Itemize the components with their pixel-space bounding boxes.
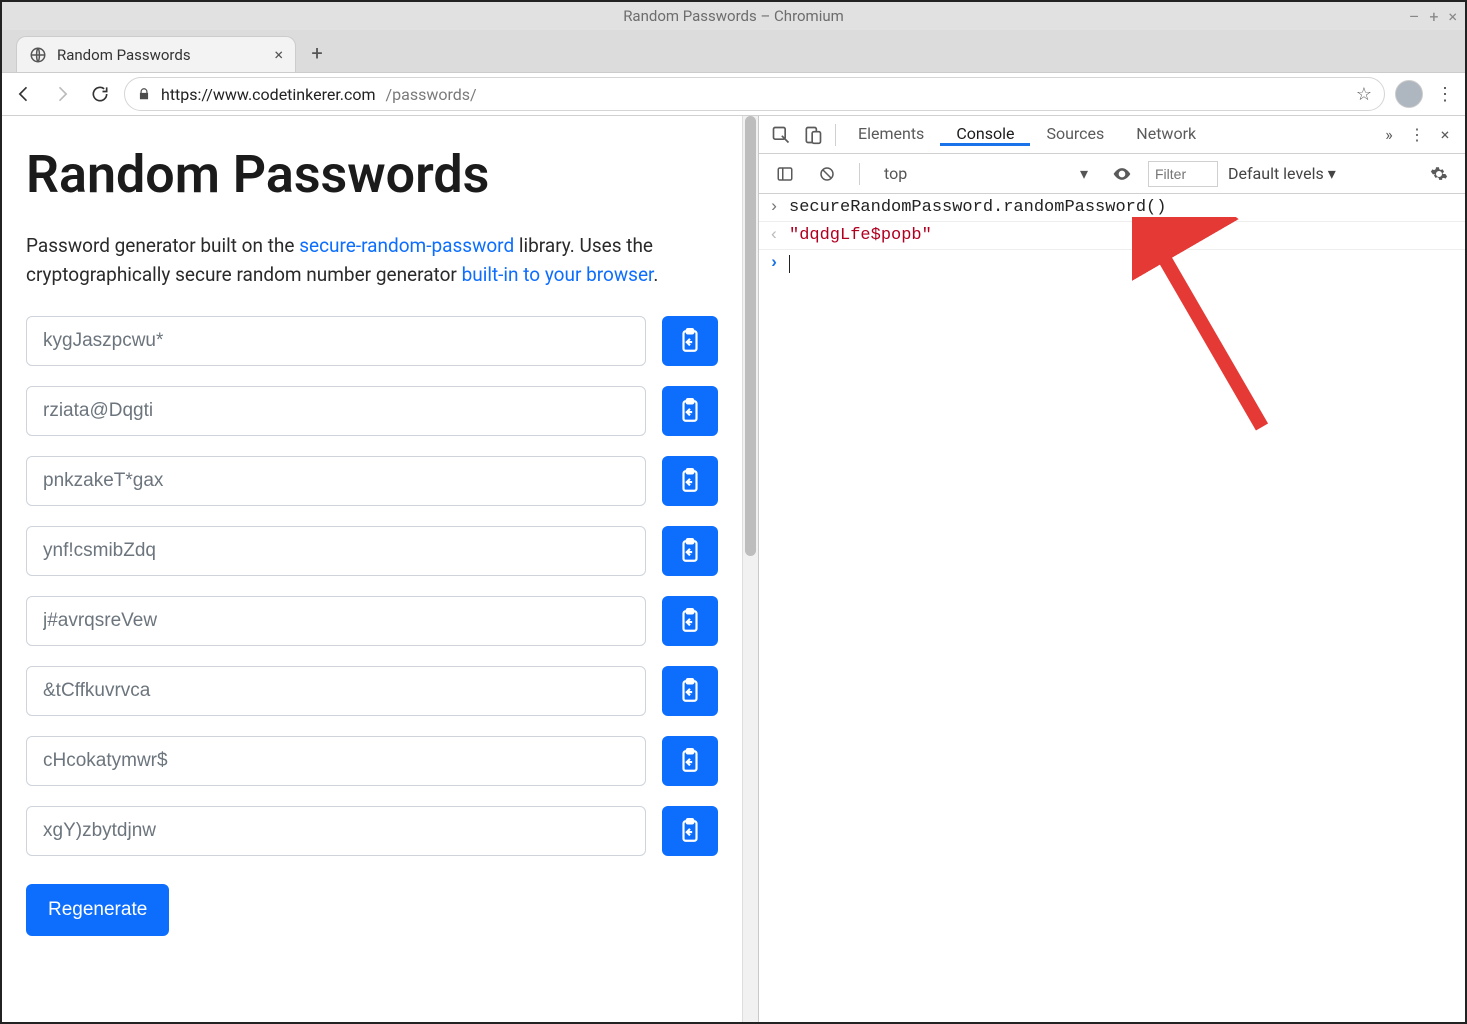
devtools-menu-icon[interactable]: ⋮ xyxy=(1403,119,1431,151)
console-levels-select[interactable]: Default levels ▾ xyxy=(1228,164,1336,183)
chevron-down-icon: ▾ xyxy=(1328,164,1336,183)
password-row xyxy=(26,806,718,856)
console-output-chevron-icon: ‹ xyxy=(767,226,781,245)
scrollbar-thumb[interactable] xyxy=(745,116,756,556)
console-line-output: ‹ "dqdgLfe$popb" xyxy=(759,222,1465,250)
console-sidebar-toggle-icon[interactable] xyxy=(769,158,801,190)
tabstrip: Random Passwords × + xyxy=(2,30,1465,72)
password-input[interactable] xyxy=(26,316,646,366)
nav-reload-button[interactable] xyxy=(86,80,114,108)
clipboard-paste-icon xyxy=(677,748,703,774)
omnibox[interactable]: https://www.codetinkerer.com/passwords/ … xyxy=(124,77,1385,111)
password-row xyxy=(26,666,718,716)
console-context-label: top xyxy=(884,164,907,183)
intro-text: . xyxy=(653,263,658,286)
console-filter-input[interactable] xyxy=(1148,161,1218,187)
console-context-select[interactable]: top ▾ xyxy=(876,160,1096,188)
copy-password-button[interactable] xyxy=(662,316,718,366)
copy-password-button[interactable] xyxy=(662,456,718,506)
page-scrollbar[interactable] xyxy=(742,116,758,1022)
window-maximize-icon[interactable]: + xyxy=(1429,7,1438,26)
copy-password-button[interactable] xyxy=(662,386,718,436)
password-row xyxy=(26,596,718,646)
new-tab-button[interactable]: + xyxy=(302,38,332,68)
clipboard-paste-icon xyxy=(677,468,703,494)
console-result-text: "dqdgLfe$popb" xyxy=(789,226,932,245)
password-input[interactable] xyxy=(26,456,646,506)
password-row xyxy=(26,736,718,786)
globe-icon xyxy=(29,46,47,64)
live-expression-icon[interactable] xyxy=(1106,158,1138,190)
tab-title: Random Passwords xyxy=(57,46,264,64)
intro-text: Password generator built on the xyxy=(26,234,299,257)
devtools-tab-console[interactable]: Console xyxy=(940,124,1030,146)
url-path: /passwords/ xyxy=(386,85,477,104)
regenerate-button[interactable]: Regenerate xyxy=(26,884,169,936)
console-cursor xyxy=(789,255,790,273)
window-title: Random Passwords – Chromium xyxy=(623,7,844,25)
password-input[interactable] xyxy=(26,736,646,786)
window-titlebar: Random Passwords – Chromium – + × xyxy=(2,2,1465,30)
console-input-chevron-icon: › xyxy=(767,198,781,217)
copy-password-button[interactable] xyxy=(662,526,718,576)
password-row xyxy=(26,526,718,576)
devtools-tab-elements[interactable]: Elements xyxy=(842,124,940,143)
console-prompt-chevron-icon: › xyxy=(767,254,781,273)
address-bar: https://www.codetinkerer.com/passwords/ … xyxy=(2,72,1465,116)
browser-tab[interactable]: Random Passwords × xyxy=(16,36,296,72)
link-built-in-browser[interactable]: built-in to your browser xyxy=(462,263,654,286)
copy-password-button[interactable] xyxy=(662,736,718,786)
password-input[interactable] xyxy=(26,386,646,436)
password-input[interactable] xyxy=(26,526,646,576)
window-close-icon[interactable]: × xyxy=(1448,7,1457,26)
page-viewport: Random Passwords Password generator buil… xyxy=(2,116,758,1022)
clipboard-paste-icon xyxy=(677,608,703,634)
devtools-tab-network[interactable]: Network xyxy=(1120,124,1212,143)
password-input[interactable] xyxy=(26,806,646,856)
copy-password-button[interactable] xyxy=(662,666,718,716)
page-title: Random Passwords xyxy=(26,144,718,205)
password-input[interactable] xyxy=(26,666,646,716)
console-settings-icon[interactable] xyxy=(1423,158,1455,190)
page-intro: Password generator built on the secure-r… xyxy=(26,231,718,290)
devtools-tab-sources[interactable]: Sources xyxy=(1030,124,1120,143)
devtools-close-icon[interactable]: × xyxy=(1431,119,1459,151)
console-code-text: secureRandomPassword.randomPassword() xyxy=(789,198,1166,217)
console-clear-icon[interactable] xyxy=(811,158,843,190)
copy-password-button[interactable] xyxy=(662,806,718,856)
device-toolbar-icon[interactable] xyxy=(797,119,829,151)
console-output: › secureRandomPassword.randomPassword() … xyxy=(759,194,1465,1022)
browser-menu-icon[interactable]: ⋮ xyxy=(1433,84,1457,105)
clipboard-paste-icon xyxy=(677,818,703,844)
chevron-down-icon: ▾ xyxy=(1080,164,1088,183)
password-input[interactable] xyxy=(26,596,646,646)
profile-avatar[interactable] xyxy=(1395,80,1423,108)
clipboard-paste-icon xyxy=(677,328,703,354)
window-minimize-icon[interactable]: – xyxy=(1409,7,1420,26)
clipboard-paste-icon xyxy=(677,538,703,564)
console-toolbar: top ▾ Default levels ▾ xyxy=(759,154,1465,194)
clipboard-paste-icon xyxy=(677,678,703,704)
copy-password-button[interactable] xyxy=(662,596,718,646)
tab-close-icon[interactable]: × xyxy=(274,47,283,63)
password-row xyxy=(26,456,718,506)
console-prompt[interactable]: › xyxy=(759,250,1465,277)
console-levels-label: Default levels xyxy=(1228,164,1324,183)
bookmark-star-icon[interactable]: ☆ xyxy=(1356,84,1372,105)
devtools-tabbar: ElementsConsoleSourcesNetwork » ⋮ × xyxy=(759,116,1465,154)
console-line-input: › secureRandomPassword.randomPassword() xyxy=(759,194,1465,222)
password-row xyxy=(26,316,718,366)
devtools-more-tabs-icon[interactable]: » xyxy=(1375,119,1403,151)
link-secure-random-password[interactable]: secure-random-password xyxy=(299,234,514,257)
password-row xyxy=(26,386,718,436)
inspect-element-icon[interactable] xyxy=(765,119,797,151)
nav-forward-button[interactable] xyxy=(48,80,76,108)
nav-back-button[interactable] xyxy=(10,80,38,108)
clipboard-paste-icon xyxy=(677,398,703,424)
url-host: https://www.codetinkerer.com xyxy=(161,85,376,104)
lock-icon xyxy=(137,87,151,101)
password-list xyxy=(26,316,718,856)
devtools-panel: ElementsConsoleSourcesNetwork » ⋮ × top … xyxy=(758,116,1465,1022)
